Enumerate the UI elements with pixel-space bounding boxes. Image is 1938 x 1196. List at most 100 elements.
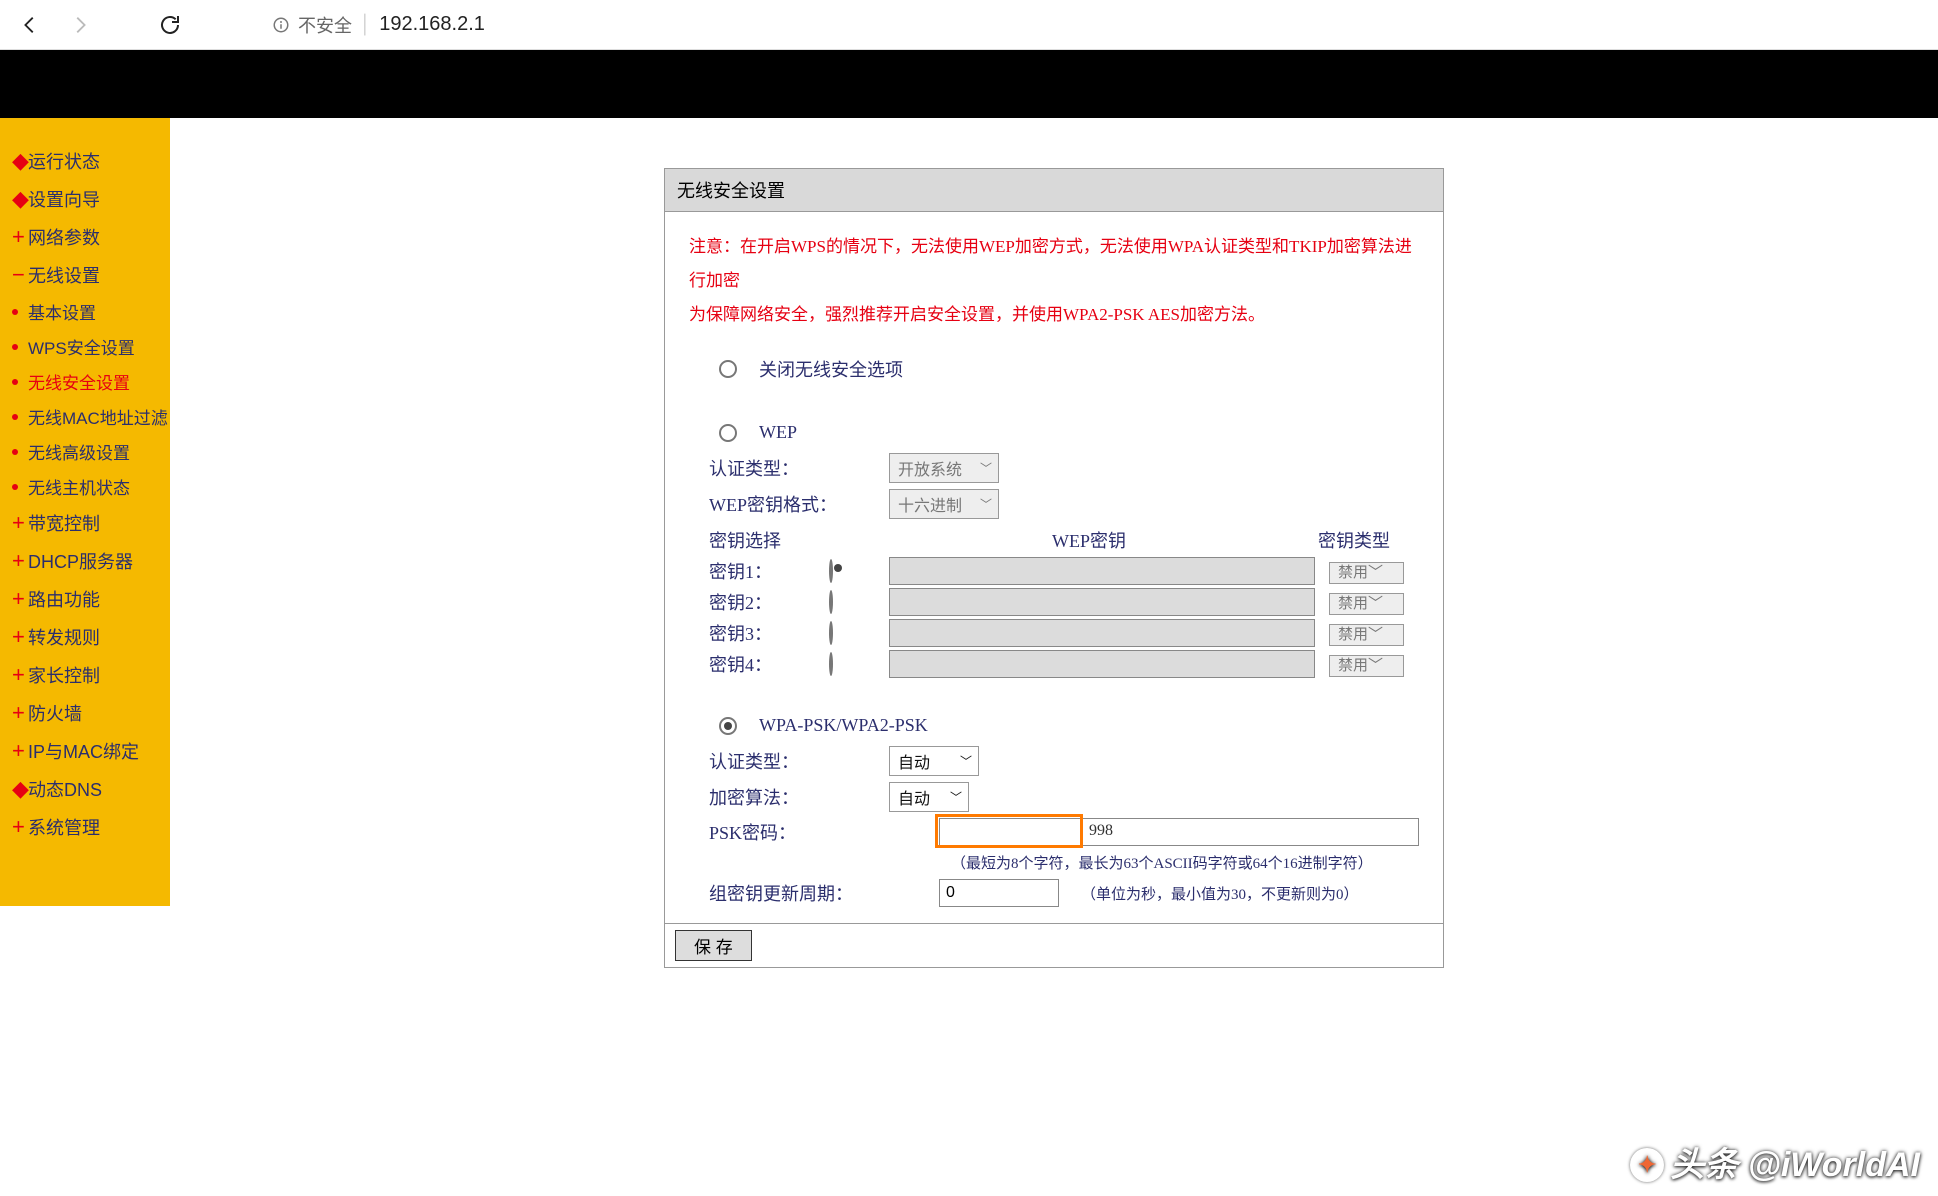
sidebar-item-label: 转发规则 (28, 624, 100, 650)
sidebar-sub-label: 无线主机状态 (28, 474, 130, 499)
sidebar-item-label: 家长控制 (28, 662, 100, 688)
wep-key2-input[interactable] (889, 588, 1315, 616)
url-text: 192.168.2.1 (379, 13, 485, 36)
sidebar-sub-basic[interactable]: 基本设置 (12, 294, 170, 329)
sidebar-item-routing[interactable]: +路由功能 (12, 580, 170, 618)
content-area: 无线安全设置 注意：在开启WPS的情况下，无法使用WEP加密方式，无法使用WPA… (170, 118, 1938, 968)
wep-key4-input[interactable] (889, 650, 1315, 678)
wep-key-row: 密钥3： 禁用﹀ (709, 619, 1419, 647)
wep-key2-type-select[interactable]: 禁用﹀ (1329, 593, 1404, 615)
sidebar-item-label: 网络参数 (28, 224, 100, 250)
chevron-down-icon: ﹀ (1368, 627, 1383, 643)
wireless-security-panel: 无线安全设置 注意：在开启WPS的情况下，无法使用WEP加密方式，无法使用WPA… (664, 168, 1444, 968)
rekey-hint: （单位为秒，最小值为30，不更新则为0） (1081, 883, 1359, 904)
wep-key3-type-select[interactable]: 禁用﹀ (1329, 624, 1404, 646)
wep-key3-radio[interactable] (829, 621, 833, 645)
psk-suffix: 998 (1089, 822, 1113, 840)
sidebar-item-wizard[interactable]: ◆设置向导 (12, 180, 170, 218)
wep-key1-input[interactable] (889, 557, 1315, 585)
wep-key1-radio[interactable] (829, 559, 833, 583)
sidebar-item-parental[interactable]: +家长控制 (12, 656, 170, 694)
sidebar-item-label: 运行状态 (28, 148, 100, 174)
wep-auth-label: 认证类型： (709, 455, 889, 481)
info-icon (272, 16, 290, 34)
psk-label: PSK密码： (709, 819, 939, 845)
wep-auth-select[interactable]: 开放系统﹀ (889, 453, 999, 483)
sidebar-item-label: 带宽控制 (28, 510, 100, 536)
wep-key-row: 密钥1： 禁用﹀ (709, 557, 1419, 585)
chevron-down-icon: ﹀ (1368, 658, 1383, 674)
sidebar-item-label: DHCP服务器 (28, 548, 133, 574)
wep-key2-radio[interactable] (829, 590, 833, 614)
top-banner (0, 50, 1938, 118)
sidebar-item-label: IP与MAC绑定 (28, 738, 139, 764)
wep-key4-type-select[interactable]: 禁用﹀ (1329, 655, 1404, 677)
sidebar-item-label: 设置向导 (28, 186, 100, 212)
option-label: WPA-PSK/WPA2-PSK (759, 715, 928, 736)
wep-key-row: 密钥2： 禁用﹀ (709, 588, 1419, 616)
sidebar-item-network[interactable]: +网络参数 (12, 218, 170, 256)
sidebar-sub-label: 无线高级设置 (28, 439, 130, 464)
sidebar-sub-client-status[interactable]: 无线主机状态 (12, 469, 170, 504)
sidebar-item-wireless[interactable]: −无线设置 (12, 256, 170, 294)
radio-disable-security[interactable] (719, 360, 737, 378)
chevron-down-icon: ﹀ (1368, 565, 1383, 581)
security-label: 不安全 (298, 12, 352, 38)
psk-hint: （最短为8个字符，最长为63个ASCII码字符或64个16进制字符） (951, 852, 1373, 873)
option-label: WEP (759, 422, 797, 443)
sidebar-item-ipmac[interactable]: +IP与MAC绑定 (12, 732, 170, 770)
wep-key3-input[interactable] (889, 619, 1315, 647)
watermark-badge-icon: ✦ (1630, 1148, 1664, 1182)
chevron-down-icon: ﹀ (980, 460, 992, 477)
radio-wpa-psk[interactable] (719, 717, 737, 735)
wep-key4-radio[interactable] (829, 652, 833, 676)
chevron-down-icon: ﹀ (1368, 596, 1383, 612)
sidebar-item-label: 动态DNS (28, 776, 102, 802)
sidebar-sub-label: 无线MAC地址过滤 (28, 404, 168, 429)
wpa-cipher-select[interactable]: 自动﹀ (889, 782, 969, 812)
wep-head-type: 密钥类型 (1289, 527, 1419, 553)
wep-key-row: 密钥4： 禁用﹀ (709, 650, 1419, 678)
sidebar-item-dhcp[interactable]: +DHCP服务器 (12, 542, 170, 580)
sidebar-sub-label: 无线安全设置 (28, 369, 130, 394)
chevron-down-icon: ﹀ (960, 753, 972, 770)
wep-key-label: 密钥2： (709, 589, 829, 615)
reload-button[interactable] (150, 5, 190, 45)
radio-wep[interactable] (719, 424, 737, 442)
back-button[interactable] (10, 5, 50, 45)
wep-key-label: 密钥4： (709, 651, 829, 677)
option-label: 关闭无线安全选项 (759, 356, 903, 382)
wpa-auth-select[interactable]: 自动﹀ (889, 746, 979, 776)
notice-line1: 注意：在开启WPS的情况下，无法使用WEP加密方式，无法使用WPA认证类型和TK… (689, 230, 1419, 298)
sidebar-sub-wireless-security[interactable]: 无线安全设置 (12, 364, 170, 399)
address-bar[interactable]: 不安全 │ 192.168.2.1 (260, 7, 497, 43)
save-button[interactable]: 保 存 (675, 930, 752, 961)
wep-head-select: 密钥选择 (709, 527, 889, 553)
watermark: ✦头条 @iWorldAI (1630, 1137, 1920, 1186)
sidebar-sub-mac-filter[interactable]: 无线MAC地址过滤 (12, 399, 170, 434)
wep-key-label: 密钥1： (709, 558, 829, 584)
sidebar-item-firewall[interactable]: +防火墙 (12, 694, 170, 732)
sidebar: ◆运行状态 ◆设置向导 +网络参数 −无线设置 基本设置 WPS安全设置 无线安… (0, 118, 170, 906)
sidebar-sub-advanced[interactable]: 无线高级设置 (12, 434, 170, 469)
wep-key1-type-select[interactable]: 禁用﹀ (1329, 562, 1404, 584)
rekey-input[interactable] (939, 879, 1059, 907)
browser-toolbar: 不安全 │ 192.168.2.1 (0, 0, 1938, 50)
wep-format-select[interactable]: 十六进制﹀ (889, 489, 999, 519)
sidebar-item-status[interactable]: ◆运行状态 (12, 142, 170, 180)
psk-password-input[interactable] (939, 818, 1419, 846)
sidebar-item-label: 路由功能 (28, 586, 100, 612)
forward-button[interactable] (60, 5, 100, 45)
sidebar-item-system[interactable]: +系统管理 (12, 808, 170, 846)
wep-head-key: WEP密钥 (889, 527, 1289, 553)
wep-format-label: WEP密钥格式： (709, 491, 889, 517)
rekey-label: 组密钥更新周期： (709, 880, 939, 906)
sidebar-item-ddns[interactable]: ◆动态DNS (12, 770, 170, 808)
sidebar-sub-wps[interactable]: WPS安全设置 (12, 329, 170, 364)
sidebar-item-forwarding[interactable]: +转发规则 (12, 618, 170, 656)
sidebar-item-label: 无线设置 (28, 262, 100, 288)
sidebar-sub-label: WPS安全设置 (28, 334, 135, 359)
sidebar-item-bandwidth[interactable]: +带宽控制 (12, 504, 170, 542)
wpa-auth-label: 认证类型： (709, 748, 889, 774)
chevron-down-icon: ﹀ (950, 789, 962, 806)
